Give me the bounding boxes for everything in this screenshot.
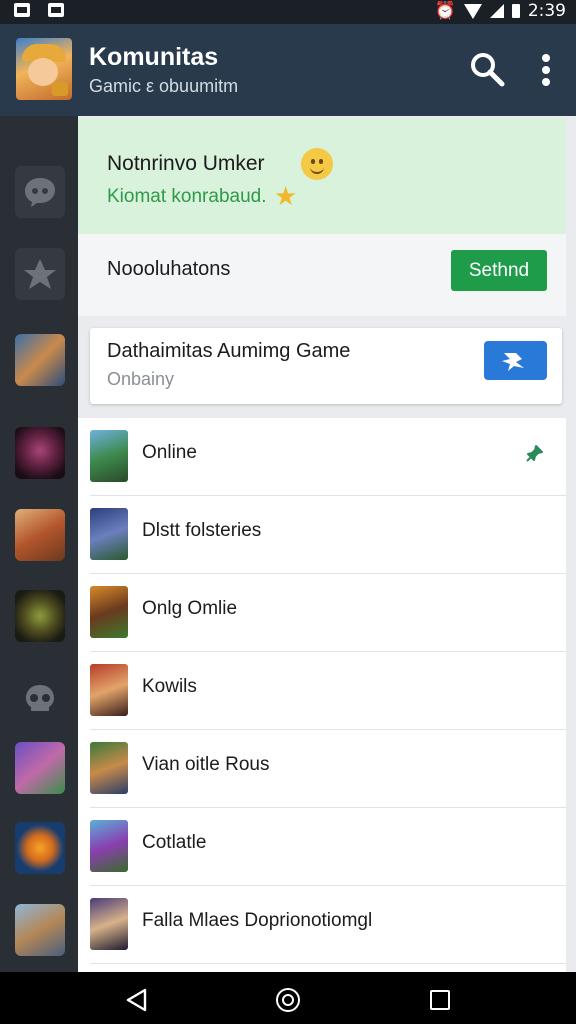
game-action-button[interactable] [484,341,547,380]
game-card-status: Onbainy [107,369,175,389]
app-subtitle: Gamic ε obuumitm [89,76,239,96]
game-thumbnail [90,430,128,482]
game-card[interactable]: Dathaimitas Aumimg Game Onbainy [90,328,562,404]
server-rail [0,116,78,972]
rail-chat-icon[interactable] [15,166,65,218]
game-list: Online Dlstt folsteries Onlg Omlie Kowil… [78,418,566,972]
rail-star-icon[interactable] [15,248,65,300]
rail-server-1[interactable] [15,334,65,386]
welcome-subtitle: Kiomat konrabaud. [107,186,267,207]
game-thumbnail [90,898,128,950]
list-item[interactable]: Online [78,418,566,496]
recents-icon[interactable] [430,990,450,1010]
star-emoji-icon: ★ [274,182,298,212]
system-nav-bar [0,972,576,1024]
list-item[interactable]: Onlg Omlie [78,574,566,652]
list-item[interactable]: Dlstt folsteries [78,496,566,574]
gallery-notification-icon [14,3,30,17]
app-bar: Komunitas Gamic ε obuumitm [0,24,576,116]
back-icon[interactable] [124,987,150,1013]
list-item-label: Falla Mlaes Doprionotiomgl [142,910,373,931]
list-item-partial[interactable] [78,964,566,972]
list-item-label: Online [142,442,197,463]
rail-server-7[interactable] [15,904,65,956]
search-button[interactable] [466,48,508,90]
list-item-label: Onlg Omlie [142,598,238,619]
game-thumbnail [90,508,128,560]
status-bar: ⏰ 2:39 [0,0,576,24]
app-title: Komunitas [89,43,219,71]
welcome-title: Notnrinvo Umker [107,152,265,175]
pin-icon[interactable] [522,442,546,466]
list-item[interactable]: Kowils [78,652,566,730]
list-item-label: Kowils [142,676,197,697]
rail-server-6[interactable] [15,822,65,874]
controller-icon [502,353,524,371]
game-thumbnail [90,586,128,638]
home-icon[interactable] [276,988,300,1012]
welcome-card: Notnrinvo Umker Kiomat konrabaud. ★ [78,118,566,234]
game-thumbnail [90,820,128,872]
community-avatar[interactable] [16,38,72,100]
more-options-button[interactable] [534,50,558,90]
notifications-label: Noooluhatons [107,258,231,280]
battery-icon [511,4,520,18]
list-item[interactable]: Vian oitle Rous [78,730,566,808]
rail-skull-icon[interactable] [15,672,65,724]
rail-server-3[interactable] [15,509,65,561]
list-item-label: Vian oitle Rous [142,754,270,775]
rail-server-4[interactable] [15,590,65,642]
search-icon [471,53,505,87]
alarm-icon: ⏰ [434,1,456,21]
list-item[interactable]: Falla Mlaes Doprionotiomgl [78,886,566,964]
game-thumbnail [90,742,128,794]
message-notification-icon [48,3,64,17]
signal-icon [489,4,504,18]
list-item-label: Dlstt folsteries [142,520,262,541]
rail-server-2[interactable] [15,427,65,479]
smile-emoji-icon [301,148,333,180]
list-item[interactable]: Cotlatle [78,808,566,886]
notifications-row: Noooluhatons Sethnd [78,234,566,316]
game-thumbnail [90,664,128,716]
clock: 2:39 [527,1,566,21]
send-button[interactable]: Sethnd [451,250,547,291]
rail-server-5[interactable] [15,742,65,794]
wifi-icon [463,3,482,19]
list-item-label: Cotlatle [142,832,207,853]
game-card-title: Dathaimitas Aumimg Game [107,340,351,362]
